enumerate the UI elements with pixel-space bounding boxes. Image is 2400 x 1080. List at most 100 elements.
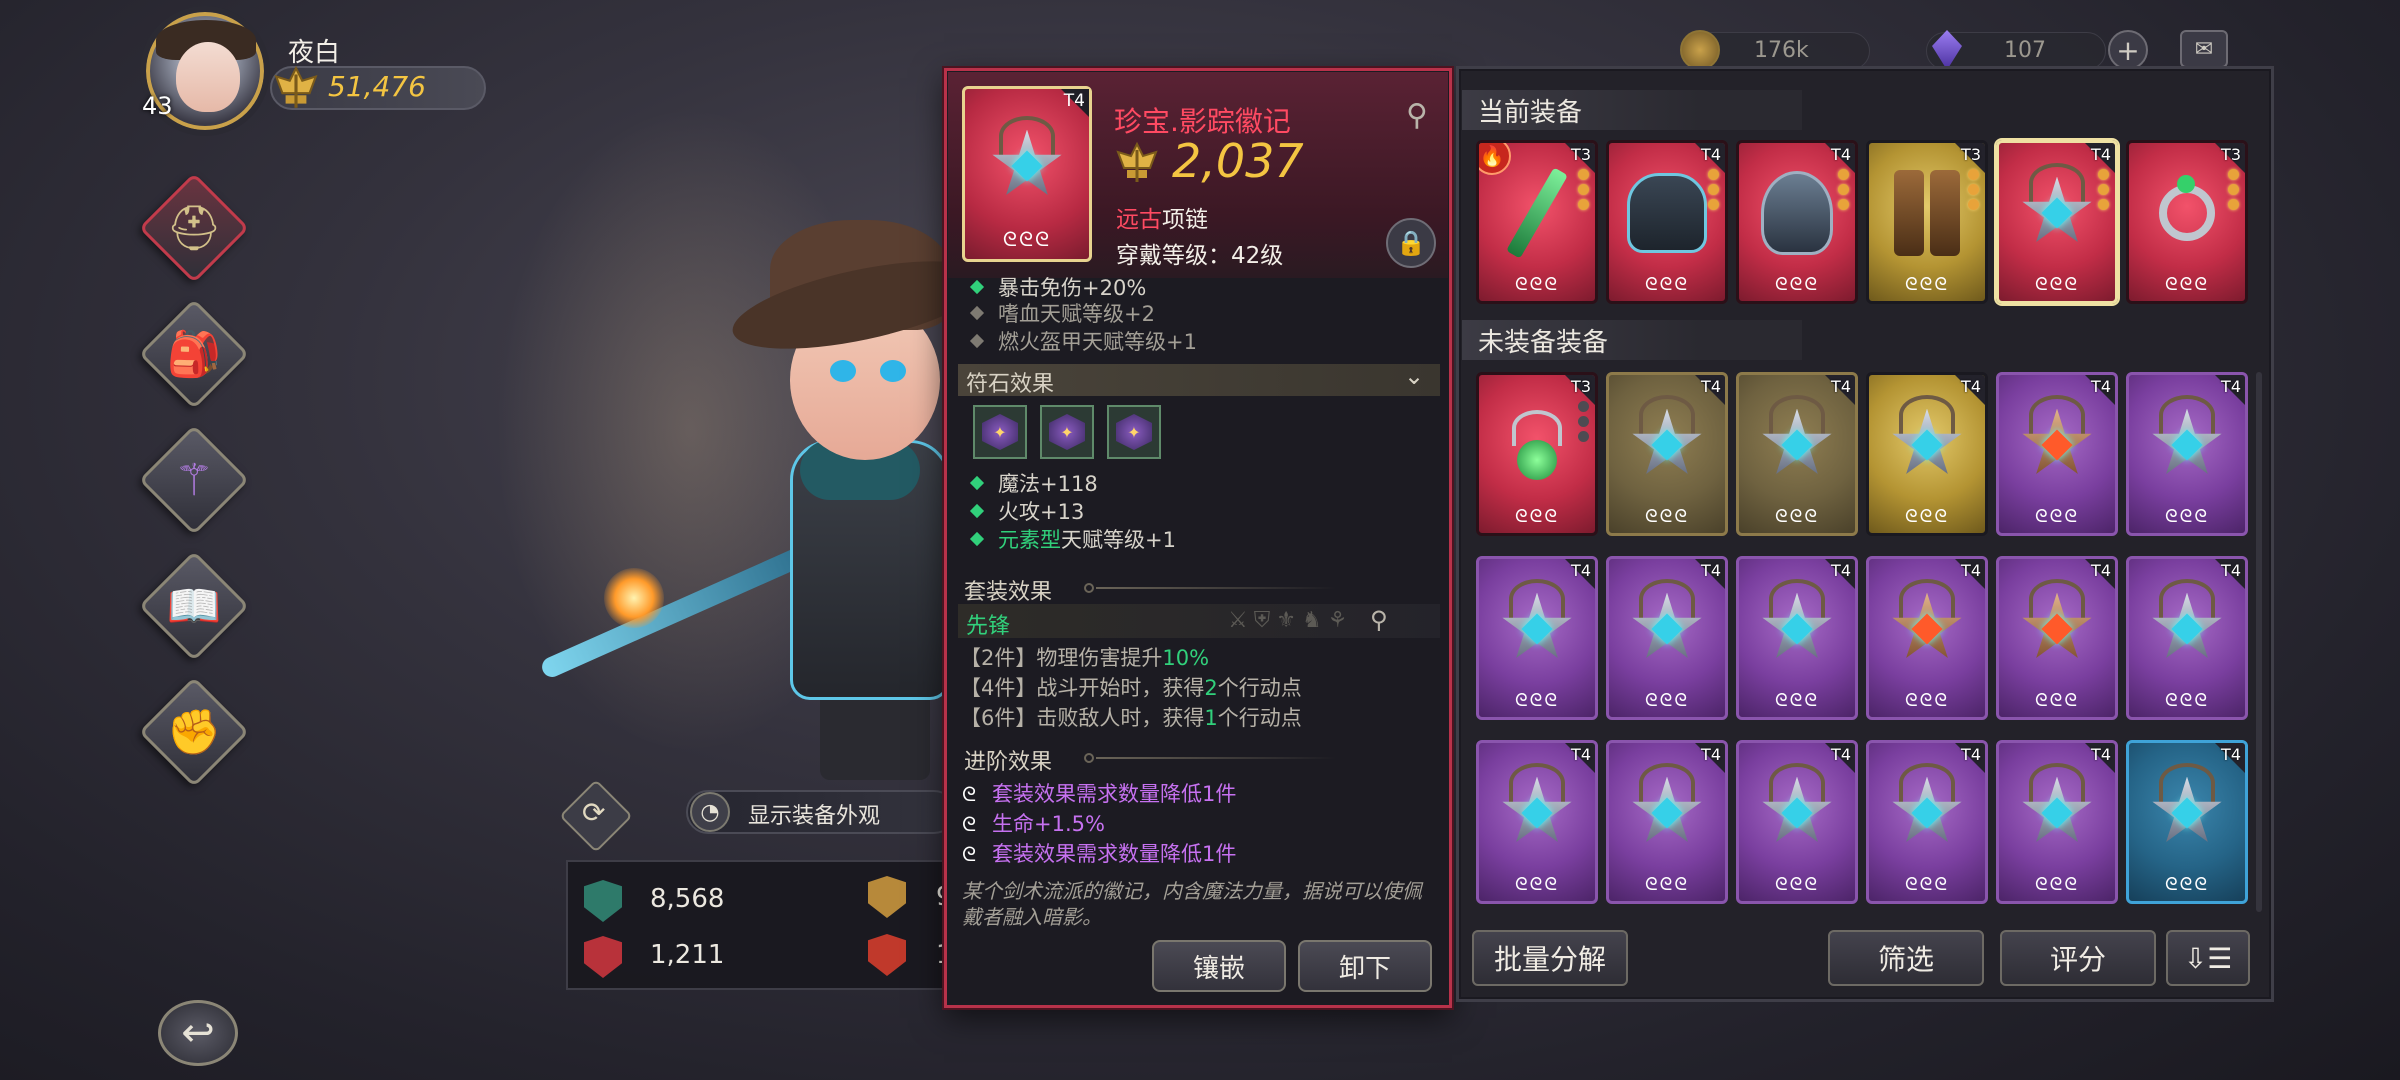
add-currency-button[interactable]: +: [2108, 30, 2148, 70]
socket-indicator: [2228, 169, 2239, 210]
rune-slot[interactable]: ✦: [1107, 405, 1161, 459]
tier-label: T3: [2221, 145, 2241, 164]
inventory-slot[interactable]: T4 ᘓᘓᘓ: [2126, 740, 2248, 904]
upgrade-pips: ᘓᘓᘓ: [1514, 506, 1560, 527]
set-bonus-line: 【4件】战斗开始时，获得2个行动点: [960, 676, 1302, 700]
inventory-slot[interactable]: T4 ᘓᘓᘓ: [1736, 740, 1858, 904]
equipped-slot[interactable]: T3 ᘓᘓᘓ: [1866, 140, 1988, 304]
advance-effect-line: ᘓ 套装效果需求数量降低1件: [962, 842, 1237, 866]
unequip-button[interactable]: 卸下: [1298, 940, 1432, 992]
amulet-icon: [2021, 762, 2093, 849]
nav-equipment-button[interactable]: ⛑: [138, 172, 250, 284]
mail-button[interactable]: ✉: [2180, 30, 2228, 68]
upgrade-pips: ᘓᘓᘓ: [1904, 274, 1950, 295]
upgrade-pips: ᘓᘓᘓ: [1644, 690, 1690, 711]
inventory-slot[interactable]: T4 ᘓᘓᘓ: [1606, 740, 1728, 904]
inventory-slot[interactable]: T4 ᘓᘓᘓ: [1866, 556, 1988, 720]
score-button[interactable]: 评分: [2000, 930, 2156, 986]
upgrade-pips: ᘓᘓᘓ: [1514, 274, 1560, 295]
quality-label: 远古: [1116, 207, 1162, 233]
inventory-slot[interactable]: T4 ᘓᘓᘓ: [1736, 556, 1858, 720]
nav-rune-button[interactable]: ⚚: [138, 424, 250, 536]
tier-label: T4: [1701, 377, 1721, 396]
socket-indicator: [2098, 169, 2109, 210]
inventory-slot[interactable]: T4 ᘓᘓᘓ: [1866, 740, 1988, 904]
green-amulet-icon: [1512, 409, 1562, 480]
upgrade-pip-icon: ᘓ: [962, 782, 977, 806]
amulet-icon: [1501, 578, 1573, 665]
rune-slot[interactable]: ✦: [973, 405, 1027, 459]
upgrade-pip-icon: ᘓ: [962, 842, 977, 866]
tier-label: T4: [2091, 377, 2111, 396]
tier-label: T4: [2221, 745, 2241, 764]
upgrade-pips: ᘓᘓᘓ: [1002, 227, 1052, 251]
stat-hp: 8,568: [650, 884, 725, 914]
tooltip-tier: T4: [1063, 91, 1085, 111]
socket-indicator: [1578, 401, 1589, 442]
tier-label: T4: [2091, 561, 2111, 580]
equipped-slot[interactable]: T3 ᘓᘓᘓ 🔥: [1476, 140, 1598, 304]
socket-button[interactable]: 镶嵌: [1152, 940, 1286, 992]
inventory-slot[interactable]: T4 ᘓᘓᘓ: [1736, 372, 1858, 536]
upgrade-pips: ᘓᘓᘓ: [1644, 274, 1690, 295]
pin-icon[interactable]: ⚲: [1400, 98, 1434, 134]
character-rotate-button[interactable]: ⟳: [559, 779, 633, 853]
tier-label: T3: [1571, 145, 1591, 164]
inventory-slot[interactable]: T4 ᘓᘓᘓ: [1606, 556, 1728, 720]
nav-upgrade-button[interactable]: ✊: [138, 676, 250, 788]
upgrade-pips: ᘓᘓᘓ: [1644, 506, 1690, 527]
slot-type-label: 项链: [1162, 207, 1208, 233]
equipped-slot[interactable]: T4 ᘓᘓᘓ: [1736, 140, 1858, 304]
upgrade-pips: ᘓᘓᘓ: [2034, 690, 2080, 711]
sword-flame: [604, 568, 664, 628]
inventory-slot[interactable]: T3 ᘓᘓᘓ: [1476, 372, 1598, 536]
back-button[interactable]: ↩: [158, 1000, 238, 1066]
batch-salvage-button[interactable]: 批量分解: [1472, 930, 1628, 986]
chevron-down-icon[interactable]: ⌄: [1404, 362, 1424, 390]
inventory-slot[interactable]: T4 ᘓᘓᘓ: [2126, 556, 2248, 720]
set-piece-icons: ⚔⛨⚜♞⚘: [1228, 608, 1354, 633]
upgrade-pips: ᘓᘓᘓ: [1644, 874, 1690, 895]
equipped-slot[interactable]: T3 ᘓᘓᘓ: [2126, 140, 2248, 304]
tier-label: T4: [1701, 145, 1721, 164]
spellbook-icon: 📖: [166, 581, 222, 632]
inventory-slot[interactable]: T4 ᘓᘓᘓ: [1476, 556, 1598, 720]
amulet-icon: [1891, 762, 1963, 849]
fire-amulet-icon: [2021, 394, 2093, 481]
tier-label: T4: [1571, 561, 1591, 580]
sort-button[interactable]: ⇩☰: [2166, 930, 2250, 986]
inventory-scrollbar[interactable]: [2256, 372, 2262, 912]
inventory-slot[interactable]: T4 ᘓᘓᘓ: [2126, 372, 2248, 536]
sword-icon: [1506, 165, 1568, 261]
back-arrow-icon: ↩: [181, 1010, 215, 1056]
tier-label: T4: [1961, 561, 1981, 580]
inventory-slot[interactable]: T4 ᘓᘓᘓ: [1996, 556, 2118, 720]
section-divider-dot: [1084, 753, 1094, 763]
socket-indicator: [1708, 169, 1719, 210]
inventory-slot[interactable]: T4 ᘓᘓᘓ: [1866, 372, 1988, 536]
fire-amulet-icon: [2021, 578, 2093, 665]
base-stat-line: 燃火盔甲天赋等级+1: [958, 326, 1197, 356]
amulet-icon: [2151, 762, 2223, 849]
nav-spellbook-button[interactable]: 📖: [138, 550, 250, 662]
upgrade-pips: ᘓᘓᘓ: [1904, 690, 1950, 711]
amulet-icon: [1761, 578, 1833, 665]
stat-attack: 1,211: [650, 940, 725, 970]
inventory-slot[interactable]: T4 ᘓᘓᘓ: [1996, 740, 2118, 904]
lock-button[interactable]: 🔒: [1386, 218, 1436, 268]
set-pin-icon[interactable]: ⚲: [1370, 606, 1388, 634]
tier-label: T4: [2091, 145, 2111, 164]
inventory-slot[interactable]: T4 ᘓᘓᘓ: [1996, 372, 2118, 536]
equipped-slot[interactable]: T4 ᘓᘓᘓ: [1996, 140, 2118, 304]
inventory-slot[interactable]: T4 ᘓᘓᘓ: [1606, 372, 1728, 536]
hood-armor-icon: [1627, 172, 1707, 253]
inventory-slot[interactable]: T4 ᘓᘓᘓ: [1476, 740, 1598, 904]
equipped-slot[interactable]: T4 ᘓᘓᘓ: [1606, 140, 1728, 304]
upgrade-pips: ᘓᘓᘓ: [1774, 506, 1820, 527]
filter-button[interactable]: 筛选: [1828, 930, 1984, 986]
upgrade-pips: ᘓᘓᘓ: [2034, 274, 2080, 295]
rune-slot[interactable]: ✦: [1040, 405, 1094, 459]
backpack-icon: 🎒: [166, 329, 222, 380]
nav-backpack-button[interactable]: 🎒: [138, 298, 250, 410]
set-name-row: [958, 604, 1440, 638]
